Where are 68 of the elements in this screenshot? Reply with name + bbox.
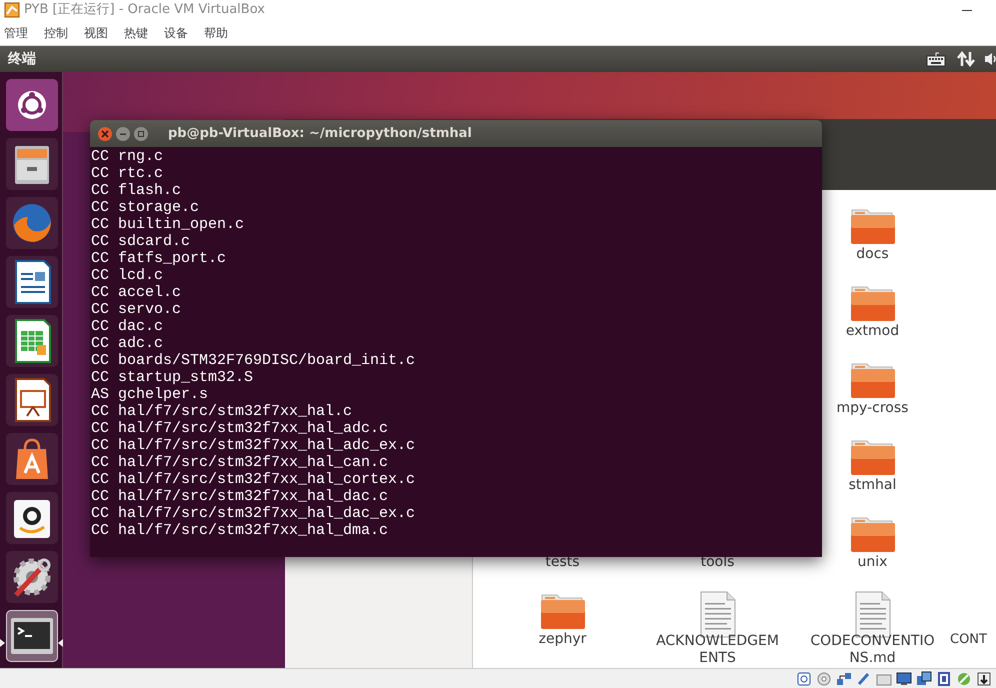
terminal-line: CC accel.c bbox=[91, 284, 182, 301]
keyboard-icon[interactable] bbox=[926, 51, 946, 67]
file-name[interactable]: ACKNOWLEDGEMENTS bbox=[652, 633, 782, 667]
terminal-line: CC rtc.c bbox=[91, 165, 164, 182]
terminal-line: CC hal/f7/src/stm32f7xx_hal.c bbox=[91, 403, 354, 420]
terminal-line: CC startup_stm32.S bbox=[91, 369, 254, 386]
terminal-line: CC flash.c bbox=[91, 182, 182, 199]
file-name[interactable]: CODECONVENTIONS.md bbox=[808, 633, 938, 667]
maximize-icon bbox=[137, 130, 145, 138]
active-indicator-icon bbox=[0, 639, 5, 647]
network-arrows-icon[interactable] bbox=[957, 50, 975, 68]
launcher-item[interactable] bbox=[6, 256, 58, 308]
chip-icon[interactable] bbox=[936, 670, 952, 686]
menu-item[interactable]: 控制 bbox=[44, 24, 68, 42]
terminal-line: CC hal/f7/src/stm32f7xx_hal_cortex.c bbox=[91, 471, 416, 488]
launcher-item[interactable] bbox=[6, 374, 58, 426]
menu-item[interactable]: 热键 bbox=[124, 24, 148, 42]
file-name[interactable]: CONT bbox=[950, 631, 987, 648]
minimize-button[interactable] bbox=[116, 126, 130, 140]
terminal-line: CC sdcard.c bbox=[91, 233, 192, 250]
file-name[interactable]: docs bbox=[856, 246, 889, 263]
terminal-line: CC hal/f7/src/stm32f7xx_hal_dma.c bbox=[91, 522, 390, 539]
menu-item[interactable]: 帮助 bbox=[204, 24, 228, 42]
terminal-line: CC servo.c bbox=[91, 301, 182, 318]
menu-item[interactable]: 管理 bbox=[4, 24, 28, 42]
terminal-line: CC adc.c bbox=[91, 335, 164, 352]
windows-icon[interactable] bbox=[916, 670, 932, 686]
menu-item[interactable]: 视图 bbox=[84, 24, 108, 42]
arrow-down-icon[interactable] bbox=[976, 670, 992, 686]
app-icon bbox=[4, 2, 20, 18]
menu-item[interactable]: 设备 bbox=[164, 24, 188, 42]
terminal-line: CC storage.c bbox=[91, 199, 200, 216]
terminal-line: AS gchelper.s bbox=[91, 386, 210, 403]
launcher-item[interactable] bbox=[6, 315, 58, 367]
network-icon[interactable] bbox=[836, 670, 852, 686]
panel-title: 终端 bbox=[8, 50, 37, 68]
terminal-line: CC dac.c bbox=[91, 318, 164, 335]
file-name[interactable]: stmhal bbox=[848, 477, 896, 494]
terminal-line: CC hal/f7/src/stm32f7xx_hal_adc.c bbox=[91, 420, 390, 437]
terminal-line: CC rng.c bbox=[91, 148, 164, 165]
file-name[interactable]: extmod bbox=[846, 323, 900, 340]
terminal-line: CC fatfs_port.c bbox=[91, 250, 228, 267]
file-name[interactable]: unix bbox=[858, 554, 888, 571]
terminal-line: CC hal/f7/src/stm32f7xx_hal_can.c bbox=[91, 454, 390, 471]
terminal-line: CC hal/f7/src/stm32f7xx_hal_adc_ex.c bbox=[91, 437, 416, 454]
terminal-line: CC boards/STM32F769DISC/board_init.c bbox=[91, 352, 416, 369]
launcher-item[interactable] bbox=[6, 79, 58, 131]
close-icon bbox=[101, 130, 109, 138]
maximize-button[interactable] bbox=[134, 126, 148, 140]
window-title: pb@pb-VirtualBox: ~/micropython/stmhal bbox=[168, 124, 472, 143]
launcher-item[interactable] bbox=[6, 492, 58, 544]
close-button[interactable] bbox=[98, 126, 112, 140]
display-icon[interactable] bbox=[896, 670, 912, 686]
speaker-icon[interactable] bbox=[985, 51, 996, 67]
terminal-line: CC hal/f7/src/stm32f7xx_hal_dac_ex.c bbox=[91, 505, 416, 522]
terminal-line: CC hal/f7/src/stm32f7xx_hal_dac.c bbox=[91, 488, 390, 505]
file-name[interactable]: zephyr bbox=[538, 631, 586, 648]
launcher-item[interactable] bbox=[6, 433, 58, 485]
launcher-item[interactable] bbox=[6, 551, 58, 603]
window-title: PYB [正在运行] - Oracle VM VirtualBox bbox=[24, 1, 266, 20]
terminal-line: CC builtin_open.c bbox=[91, 216, 246, 233]
launcher-item[interactable] bbox=[6, 138, 58, 190]
file-name[interactable]: mpy-cross bbox=[836, 400, 908, 417]
active-indicator-icon bbox=[58, 639, 63, 647]
launcher-item[interactable] bbox=[6, 610, 58, 662]
file-name[interactable]: tests bbox=[545, 554, 580, 571]
terminal-line: CC lcd.c bbox=[91, 267, 164, 284]
file-name[interactable]: tools bbox=[700, 554, 734, 571]
